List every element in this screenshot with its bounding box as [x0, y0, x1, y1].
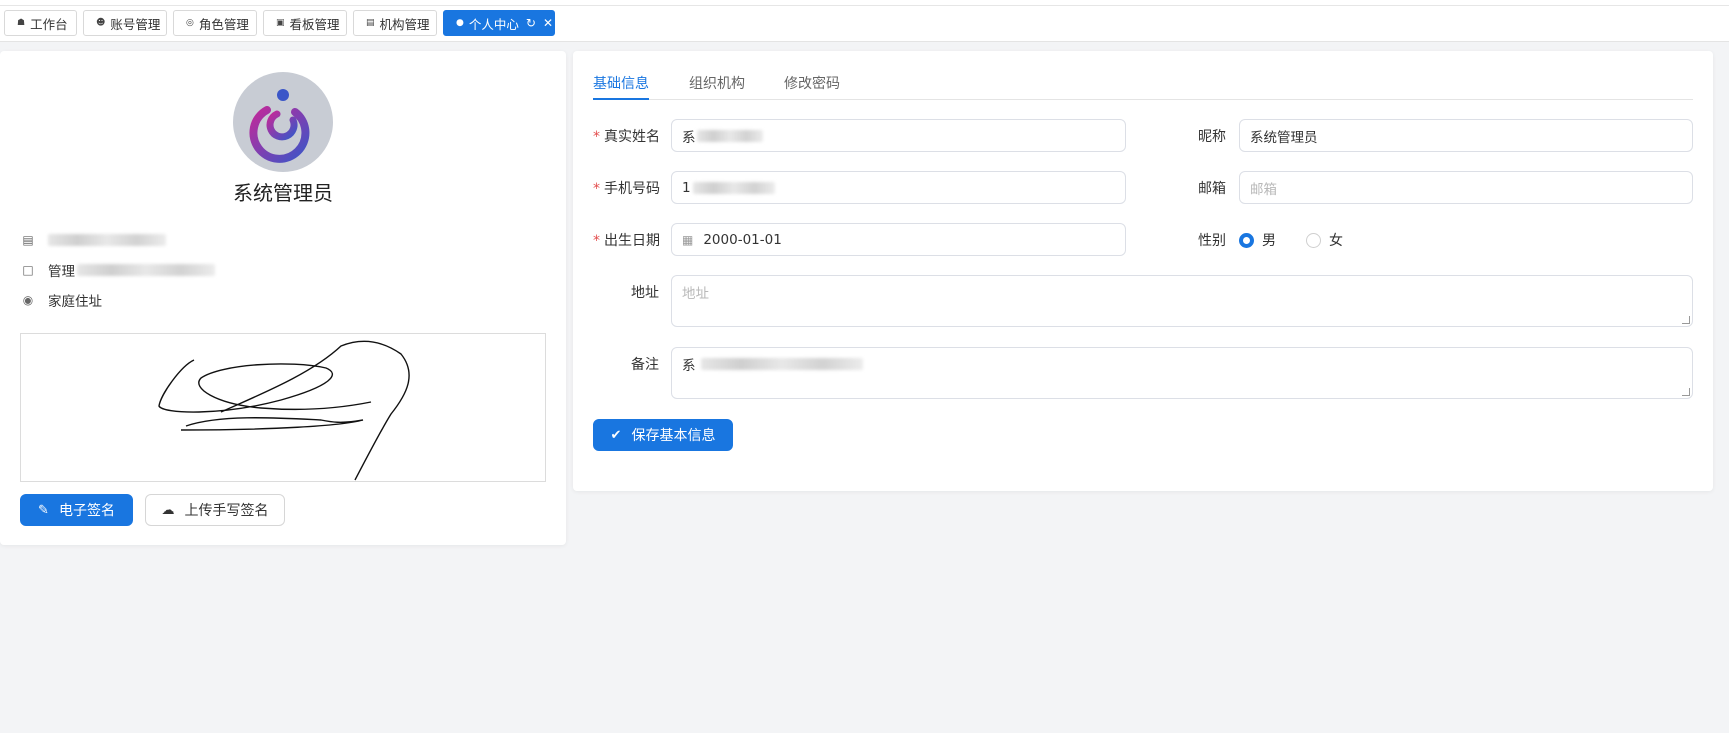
resize-handle-icon[interactable]: [1682, 388, 1690, 396]
info-row-address: ◉ 家庭住址: [20, 289, 102, 311]
phone-icon: □: [22, 263, 34, 277]
refresh-icon[interactable]: ↻: [526, 16, 536, 30]
profile-name: 系统管理员: [233, 181, 333, 205]
gender-radio-female[interactable]: 女: [1306, 230, 1343, 250]
profile-tabs: 基础信息 组织机构 修改密码: [593, 70, 1693, 100]
profile-card: 系统管理员 ▤ □ 管理 ◉ 家庭住址 ✎ 电子签名 ☁ 上传手写签名: [0, 51, 566, 545]
tab-dashboard[interactable]: ▣ 看板管理: [263, 10, 347, 36]
resize-handle-icon[interactable]: [1682, 316, 1690, 324]
logo-icon: [249, 89, 310, 163]
gender-label: 性别: [1198, 233, 1226, 249]
email-label: 邮箱: [1198, 181, 1226, 197]
tab-bar: ☗ 工作台 ☻ 账号管理 ◎ 角色管理 ▣ 看板管理 ▤ 机构管理 ● 个人中心…: [0, 6, 1729, 42]
close-icon[interactable]: ✕: [543, 16, 553, 30]
birth-date-picker[interactable]: ▦ 2000-01-01: [671, 223, 1126, 256]
real-name-input[interactable]: 系: [671, 119, 1126, 152]
nickname-input[interactable]: 系统管理员: [1239, 119, 1693, 152]
info-row-org: □ 管理: [20, 259, 215, 281]
signature-stroke: [158, 340, 410, 481]
role-icon: ◎: [186, 18, 194, 28]
phone-label: * 手机号码: [593, 181, 660, 197]
form-card: 基础信息 组织机构 修改密码 * 真实姓名 系 昵称 系统管理员 * 手机号码 1 …: [573, 51, 1713, 491]
tab-account[interactable]: ☻ 账号管理: [83, 10, 167, 36]
redacted-text: [700, 358, 863, 370]
remark-label: 备注: [631, 357, 659, 373]
e-sign-button[interactable]: ✎ 电子签名: [20, 494, 133, 526]
cloud-upload-icon: ☁: [161, 502, 175, 518]
phone-input[interactable]: 1: [671, 171, 1126, 204]
dot-icon: ●: [456, 18, 464, 28]
user-icon: ☻: [96, 18, 106, 28]
radio-unchecked-icon: [1306, 232, 1321, 248]
org-icon: ▤: [366, 18, 375, 28]
redacted-text: [696, 129, 763, 142]
nickname-label: 昵称: [1198, 129, 1226, 145]
redacted-text: [48, 234, 166, 246]
birth-date-label: * 出生日期: [593, 233, 660, 249]
upload-sign-button[interactable]: ☁ 上传手写签名: [145, 494, 285, 526]
check-circle-icon: ✔: [610, 427, 622, 443]
tab-personal-center[interactable]: ● 个人中心 ↻ ✕: [443, 10, 555, 36]
dashboard-icon: ▣: [276, 18, 285, 28]
gender-radio-male[interactable]: 男: [1239, 230, 1276, 250]
tab-change-password[interactable]: 修改密码: [784, 70, 840, 100]
tab-organization[interactable]: 组织机构: [689, 70, 745, 100]
tab-role[interactable]: ◎ 角色管理: [173, 10, 257, 36]
calendar-icon: ▦: [682, 232, 694, 247]
tab-workbench[interactable]: ☗ 工作台: [4, 10, 77, 36]
info-row-account: ▤: [20, 229, 166, 251]
save-basic-info-button[interactable]: ✔ 保存基本信息: [593, 419, 733, 451]
tab-basic-info[interactable]: 基础信息: [593, 70, 649, 100]
home-icon: ☗: [17, 18, 26, 28]
email-input[interactable]: 邮箱: [1239, 171, 1693, 204]
avatar: [233, 72, 333, 172]
id-card-icon: ▤: [22, 233, 34, 247]
location-icon: ◉: [22, 293, 34, 307]
address-label: 地址: [631, 285, 659, 301]
remark-textarea[interactable]: 系: [671, 347, 1693, 399]
redacted-text: [692, 181, 775, 194]
real-name-label: * 真实姓名: [593, 129, 660, 145]
address-textarea[interactable]: 地址: [671, 275, 1693, 327]
tab-org[interactable]: ▤ 机构管理: [353, 10, 437, 36]
edit-icon: ✎: [38, 502, 49, 518]
radio-checked-icon: [1239, 232, 1254, 248]
redacted-text: [77, 264, 215, 276]
signature-canvas[interactable]: [20, 333, 546, 482]
